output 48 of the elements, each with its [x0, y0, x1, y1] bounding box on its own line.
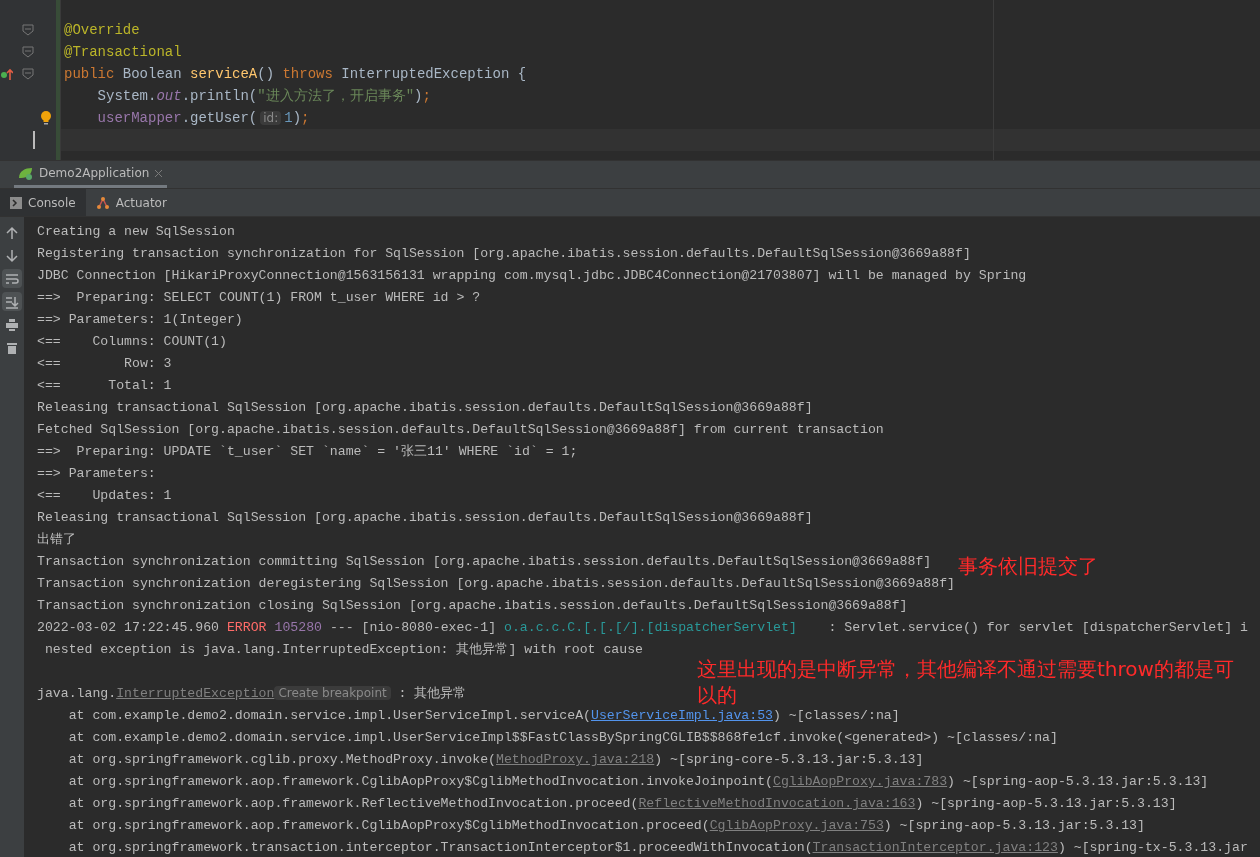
- console-line: ==> Parameters:: [37, 465, 156, 484]
- scroll-to-end-icon[interactable]: [2, 292, 22, 311]
- console-line: Transaction synchronization committing SqlSession [org.apache.ibatis.session.defaults.DefaultSqlSession@3669a88f]: [37, 553, 932, 572]
- console-line: Registering transaction synchronization for SqlSession [org.apache.ibatis.session.defaults.DefaultSqlSession@3669a88f]: [37, 245, 971, 264]
- console-line: at org.springframework.transaction.interceptor.TransactionInterceptor$1.proceedWithInvocation(TransactionInterceptor.java:123) ~[spring-tx-5.3.13.jar: [67, 839, 1248, 857]
- console-line: Transaction synchronization deregistering SqlSession [org.apache.ibatis.session.defaults.DefaultSqlSession@3669a88f]: [37, 575, 955, 594]
- console-line: nested exception is java.lang.InterruptedException: 其他异常] with root cause: [43, 641, 643, 660]
- annotation-note: 这里出现的是中断异常，其他编译不通过需要throw的都是可以的: [697, 656, 1235, 708]
- tool-tab[interactable]: Actuator: [85, 189, 177, 216]
- console-line: 出错了: [37, 531, 76, 550]
- console-line: at com.example.demo2.domain.service.impl.UserServiceImpl$$FastClassBySpringCGLIB$$868fe1cf.invoke(<generated>) ~[classes/:na]: [67, 729, 1058, 748]
- console-line: Releasing transactional SqlSession [org.apache.ibatis.session.defaults.DefaultSqlSession@3669a88f]: [37, 509, 813, 528]
- console-line: ==> Preparing: SELECT COUNT(1) FROM t_user WHERE id > ?: [37, 289, 481, 308]
- fold-icon[interactable]: [22, 24, 34, 36]
- console-line: <== Total: 1: [37, 377, 172, 396]
- console-line: 2022-03-02 17:22:45.960 ERROR 105280 --- [nio-8080-exec-1] o.a.c.c.C.[.[.[/].[dispatcherServlet] : Servlet.service() for servlet [dispatcherServlet] i: [37, 619, 1248, 638]
- console-line: Fetched SqlSession [org.apache.ibatis.session.defaults.DefaultSqlSession@3669a88f] from current transaction: [37, 421, 884, 440]
- code-line: public Boolean serviceA() throws InterruptedException {: [63, 64, 527, 84]
- spring-leaf-icon: [18, 166, 34, 180]
- close-icon[interactable]: [154, 168, 164, 178]
- override-arrow-icon[interactable]: [1, 67, 13, 81]
- console-line: at org.springframework.aop.framework.ReflectiveMethodInvocation.proceed(ReflectiveMethodInvocation.java:163) ~[spring-aop-5.3.13.jar:5.3.13]: [67, 795, 1177, 814]
- console-line: <== Row: 3: [37, 355, 172, 374]
- code-line: @Override: [63, 20, 140, 40]
- actuator-icon: [95, 195, 110, 210]
- console-line: java.lang.InterruptedException Create breakpoint : 其他异常: [37, 685, 467, 704]
- tool-tab[interactable]: Console: [0, 189, 86, 216]
- console-line: ==> Preparing: UPDATE `t_user` SET `name` = '张三11' WHERE `id` = 1;: [37, 443, 578, 462]
- soft-wrap-icon[interactable]: [2, 269, 22, 288]
- console-line: Creating a new SqlSession: [37, 223, 235, 242]
- console-line: <== Columns: COUNT(1): [37, 333, 227, 352]
- console-line: at org.springframework.aop.framework.CglibAopProxy$CglibMethodInvocation.proceed(CglibAopProxy.java:753) ~[spring-aop-5.3.13.jar:5.3.13]: [67, 817, 1145, 836]
- annotation-note: 事务依旧提交了: [958, 553, 1098, 579]
- fold-icon[interactable]: [22, 46, 34, 58]
- fold-icon[interactable]: [22, 68, 34, 80]
- console-line: at org.springframework.cglib.proxy.MethodProxy.invoke(MethodProxy.java:218) ~[spring-core-5.3.13.jar:5.3.13]: [67, 751, 924, 770]
- code-line: System.out.println("进入方法了，开启事务");: [96, 86, 431, 106]
- console-line: Transaction synchronization closing SqlSession [org.apache.ibatis.session.defaults.DefaultSqlSession@3669a88f]: [37, 597, 908, 616]
- console-line: at com.example.demo2.domain.service.impl.UserServiceImpl.serviceA(UserServiceImpl.java:53) ~[classes/:na]: [67, 707, 900, 726]
- console-line: <== Updates: 1: [37, 487, 172, 506]
- console-line: Releasing transactional SqlSession [org.apache.ibatis.session.defaults.DefaultSqlSession@3669a88f]: [37, 399, 813, 418]
- code-line: @Transactional: [63, 42, 182, 62]
- console-line: ==> Parameters: 1(Integer): [37, 311, 243, 330]
- console-line: JDBC Connection [HikariProxyConnection@1563156131 wrapping com.mysql.jdbc.JDBC4Connection@21703807] will be managed by Spring: [37, 267, 1027, 286]
- console-line: at org.springframework.aop.framework.CglibAopProxy$CglibMethodInvocation.invokeJoinpoint(CglibAopProxy.java:783) ~[spring-aop-5.3.13.jar:5.3.13]: [67, 773, 1209, 792]
- bulb-icon[interactable]: [40, 110, 52, 126]
- code-line: userMapper.getUser( id: 1);: [96, 108, 310, 128]
- console-icon: [10, 196, 22, 209]
